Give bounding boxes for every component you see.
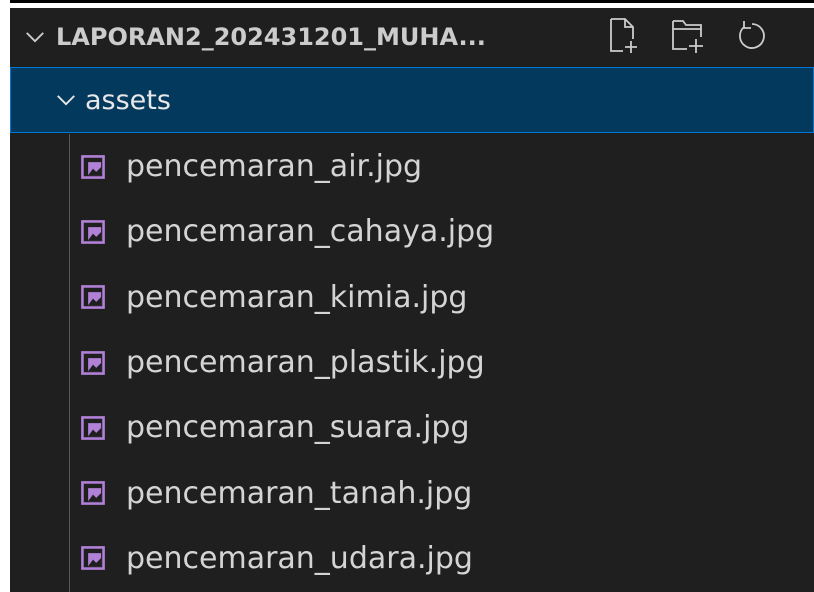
- file-label: pencemaran_plastik.jpg: [126, 345, 485, 381]
- image-file-icon: [81, 220, 105, 244]
- workspace-title[interactable]: LAPORAN2_202431201_MUHA...: [56, 23, 486, 51]
- folder-label: assets: [85, 84, 171, 116]
- new-folder-button[interactable]: [668, 14, 708, 58]
- chevron-down-icon[interactable]: [24, 26, 46, 48]
- file-list: pencemaran_air.jpg pencemaran_cahaya.jpg…: [10, 134, 814, 591]
- chevron-down-icon[interactable]: [55, 89, 77, 111]
- file-item[interactable]: pencemaran_air.jpg: [10, 134, 814, 199]
- file-item[interactable]: pencemaran_kimia.jpg: [10, 265, 814, 330]
- file-label: pencemaran_kimia.jpg: [126, 279, 468, 315]
- new-file-button[interactable]: [604, 14, 644, 58]
- top-border: [10, 0, 814, 3]
- file-item[interactable]: pencemaran_cahaya.jpg: [10, 199, 814, 264]
- image-file-icon: [81, 546, 105, 571]
- file-label: pencemaran_suara.jpg: [126, 410, 470, 446]
- image-file-icon: [81, 285, 105, 310]
- screenshot-frame: LAPORAN2_202431201_MUHA... assets pencem…: [0, 0, 814, 592]
- image-file-icon: [81, 481, 105, 505]
- refresh-icon: [739, 21, 765, 49]
- file-label: pencemaran_air.jpg: [126, 149, 423, 185]
- folder-assets[interactable]: assets: [10, 67, 814, 133]
- image-file-icon: [81, 154, 105, 179]
- file-label: pencemaran_cahaya.jpg: [126, 214, 495, 250]
- new-folder-icon: [672, 20, 703, 53]
- file-item[interactable]: pencemaran_udara.jpg: [10, 526, 814, 591]
- file-item[interactable]: pencemaran_plastik.jpg: [10, 330, 814, 395]
- image-file-icon: [81, 415, 105, 440]
- file-label: pencemaran_tanah.jpg: [126, 475, 473, 511]
- header-actions: [604, 14, 772, 58]
- new-file-icon: [610, 18, 637, 53]
- file-explorer: LAPORAN2_202431201_MUHA... assets pencem…: [10, 8, 814, 592]
- file-label: pencemaran_udara.jpg: [126, 540, 473, 576]
- refresh-button[interactable]: [732, 14, 772, 58]
- file-item[interactable]: pencemaran_suara.jpg: [10, 395, 814, 460]
- explorer-header[interactable]: LAPORAN2_202431201_MUHA...: [10, 8, 814, 65]
- file-item[interactable]: pencemaran_tanah.jpg: [10, 460, 814, 525]
- image-file-icon: [81, 350, 105, 375]
